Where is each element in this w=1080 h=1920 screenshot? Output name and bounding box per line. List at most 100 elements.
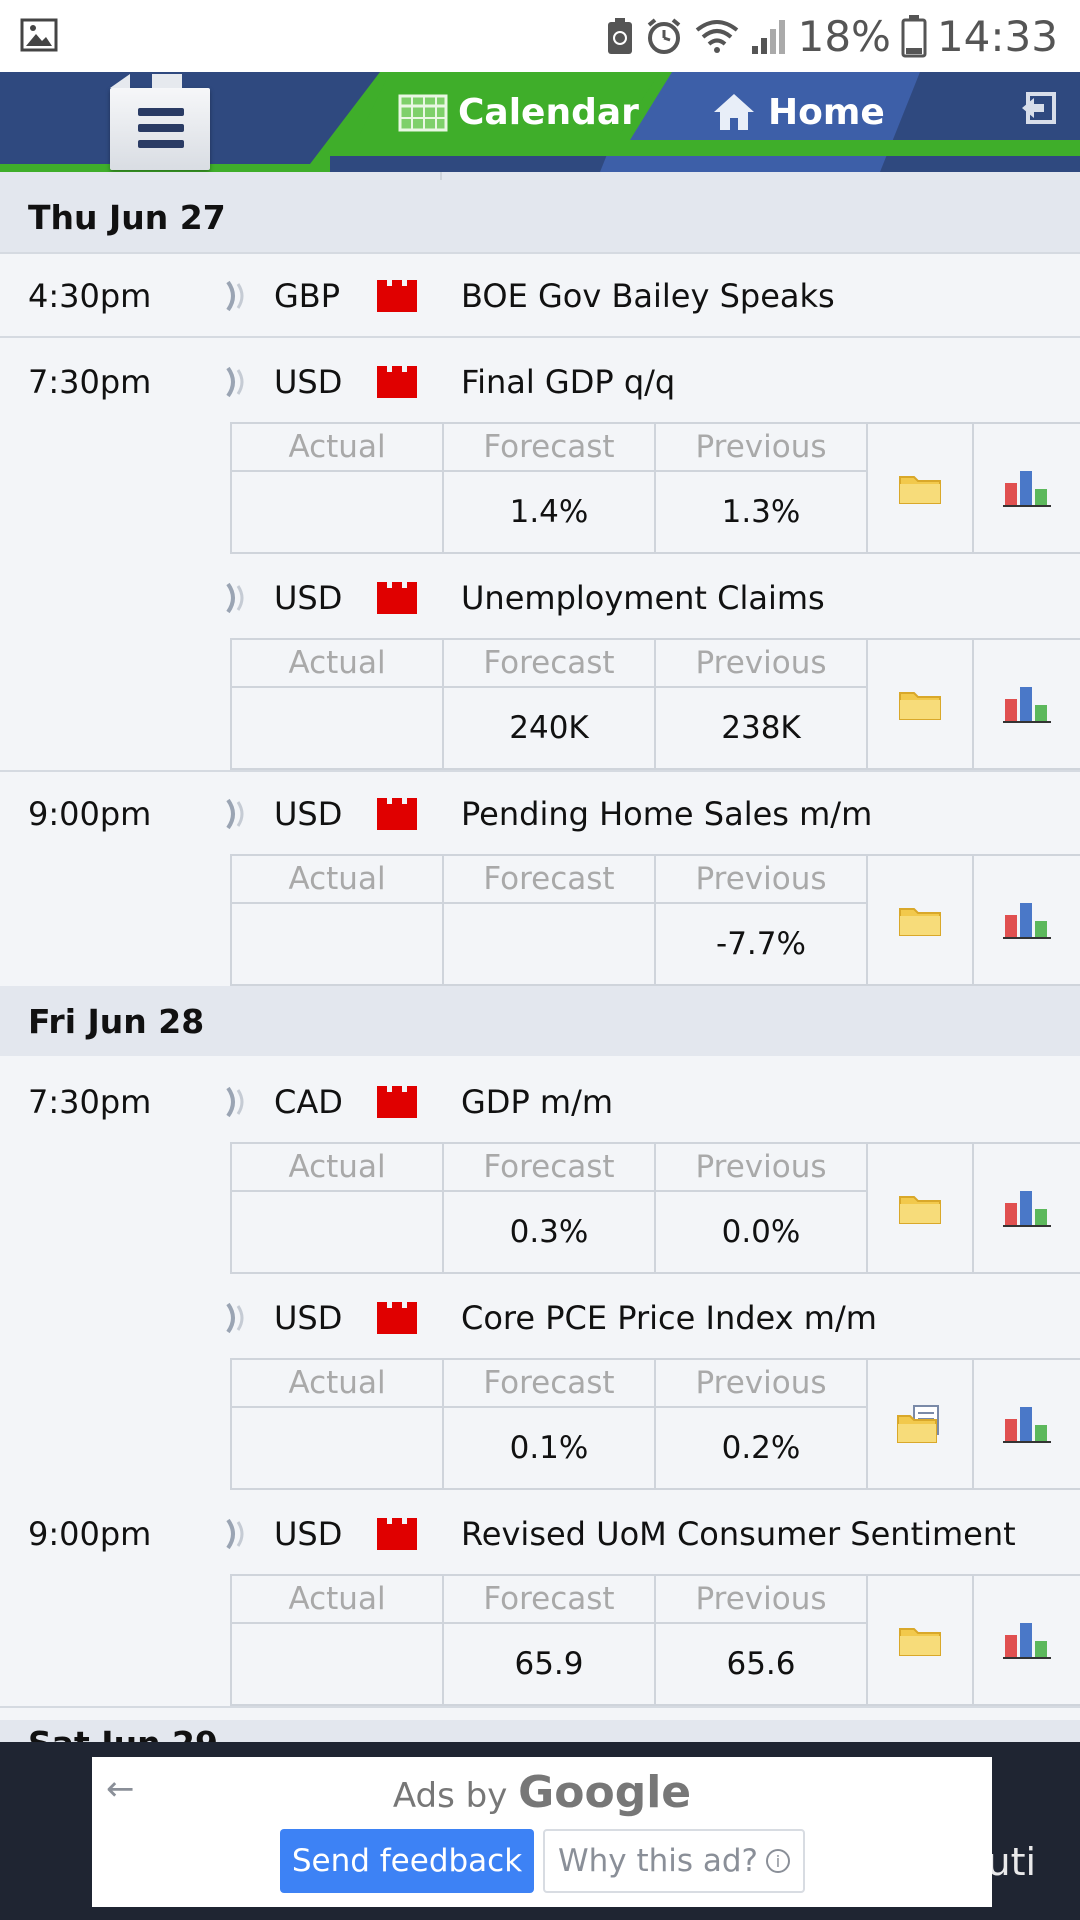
bar-chart-icon[interactable] (1003, 1621, 1051, 1659)
event-time: 9:00pm (28, 1515, 152, 1553)
event-currency: GBP (274, 277, 341, 315)
why-this-ad-button[interactable]: Why this ad? i (543, 1829, 805, 1893)
why-this-ad-label: Why this ad? (557, 1843, 759, 1879)
speaker-icon (226, 1518, 244, 1550)
event-data-table: Actual Forecast Previous 65.9 65.6 (230, 1574, 1080, 1706)
forecast-header: Forecast (444, 640, 656, 688)
high-impact-icon[interactable] (375, 364, 419, 400)
logout-icon[interactable] (1020, 90, 1056, 126)
event-data-table: Actual Forecast Previous 0.1% 0.2% (230, 1358, 1080, 1490)
folder-icon[interactable] (898, 687, 942, 721)
folder-icon[interactable] (898, 1623, 942, 1657)
send-feedback-button[interactable]: Send feedback (280, 1829, 534, 1893)
divider (0, 770, 1080, 772)
bar-chart-icon[interactable] (1003, 1405, 1051, 1443)
event-currency: USD (274, 579, 343, 617)
details-cell[interactable] (868, 424, 974, 552)
event-time: 7:30pm (28, 363, 152, 401)
event-data-table: Actual Forecast Previous -7.7% (230, 854, 1080, 986)
folder-icon[interactable] (898, 1191, 942, 1225)
speaker-icon (226, 1086, 244, 1118)
divider (0, 336, 1080, 338)
actual-value (232, 904, 444, 984)
day-header: Fri Jun 28 (0, 986, 1080, 1056)
event-row[interactable]: 7:30pm CAD GDP m/m (0, 1062, 1080, 1142)
chart-cell[interactable] (974, 640, 1080, 768)
high-impact-icon[interactable] (375, 1084, 419, 1120)
calendar-list: Thu Jun 27 4:30pm GBP BOE Gov Bailey Spe… (0, 172, 1080, 1742)
actual-header: Actual (232, 1144, 444, 1192)
event-time: 4:30pm (28, 277, 152, 315)
event-title: Core PCE Price Index m/m (461, 1299, 877, 1337)
tab-home[interactable]: Home (712, 72, 885, 152)
chart-cell[interactable] (974, 856, 1080, 984)
previous-value: -7.7% (656, 904, 868, 984)
divider (0, 252, 1080, 254)
day-header: Thu Jun 27 (0, 172, 1080, 252)
chart-cell[interactable] (974, 1576, 1080, 1704)
event-row[interactable]: 9:00pm USD Revised UoM Consumer Sentimen… (0, 1494, 1080, 1574)
day-header-label: Sat Jun 29 (28, 1724, 218, 1742)
forecast-header: Forecast (444, 856, 656, 904)
high-impact-icon[interactable] (375, 1300, 419, 1336)
actual-header: Actual (232, 856, 444, 904)
high-impact-icon[interactable] (375, 796, 419, 832)
previous-header: Previous (656, 856, 868, 904)
event-currency: USD (274, 363, 343, 401)
actual-value (232, 472, 444, 552)
bar-chart-icon[interactable] (1003, 469, 1051, 507)
forecast-header: Forecast (444, 424, 656, 472)
high-impact-icon[interactable] (375, 1516, 419, 1552)
battery-icon (901, 15, 927, 58)
signal-icon (751, 20, 785, 54)
details-cell[interactable] (868, 1360, 974, 1488)
actual-value (232, 1408, 444, 1488)
bar-chart-icon[interactable] (1003, 685, 1051, 723)
details-cell[interactable] (868, 640, 974, 768)
folder-icon[interactable] (898, 471, 942, 505)
previous-header: Previous (656, 424, 868, 472)
forecast-header: Forecast (444, 1576, 656, 1624)
chart-cell[interactable] (974, 1360, 1080, 1488)
event-currency: USD (274, 1515, 343, 1553)
bar-chart-icon[interactable] (1003, 1189, 1051, 1227)
event-row[interactable]: 9:00pm USD Pending Home Sales m/m (0, 774, 1080, 854)
chart-cell[interactable] (974, 1144, 1080, 1272)
speaker-icon (226, 582, 244, 614)
details-cell[interactable] (868, 1144, 974, 1272)
event-row[interactable]: USD Unemployment Claims (0, 558, 1080, 638)
event-row[interactable]: 4:30pm GBP BOE Gov Bailey Speaks (0, 256, 1080, 336)
folder-document-icon[interactable] (896, 1404, 944, 1444)
previous-value: 238K (656, 688, 868, 768)
previous-header: Previous (656, 1576, 868, 1624)
folder-icon[interactable] (898, 903, 942, 937)
day-header: Sat Jun 29 (0, 1720, 1080, 1742)
high-impact-icon[interactable] (375, 580, 419, 616)
tab-calendar-label: Calendar (458, 91, 639, 133)
tab-home-label: Home (768, 91, 885, 133)
forecast-header: Forecast (444, 1360, 656, 1408)
event-row[interactable]: 7:30pm USD Final GDP q/q (0, 342, 1080, 422)
forecast-value: 0.3% (444, 1192, 656, 1272)
event-time: 7:30pm (28, 1083, 152, 1121)
battery-percent: 18% (797, 11, 891, 61)
details-cell[interactable] (868, 856, 974, 984)
wifi-icon (695, 20, 738, 53)
high-impact-icon[interactable] (375, 278, 419, 314)
divider (0, 1706, 1080, 1708)
speaker-icon (226, 280, 244, 312)
actual-value (232, 1624, 444, 1704)
google-logo: Google (518, 1767, 692, 1818)
chart-cell[interactable] (974, 424, 1080, 552)
bar-chart-icon[interactable] (1003, 901, 1051, 939)
calendar-icon (398, 94, 448, 132)
watermark: @Lahuti (880, 1840, 1037, 1884)
tab-calendar[interactable]: Calendar (398, 72, 639, 152)
gallery-notification-icon (20, 18, 58, 52)
event-title: Final GDP q/q (461, 363, 676, 401)
menu-button[interactable] (110, 74, 210, 170)
details-cell[interactable] (868, 1576, 974, 1704)
ad-attribution: Ads by Google (92, 1767, 992, 1818)
forecast-value: 65.9 (444, 1624, 656, 1704)
event-row[interactable]: USD Core PCE Price Index m/m (0, 1278, 1080, 1358)
